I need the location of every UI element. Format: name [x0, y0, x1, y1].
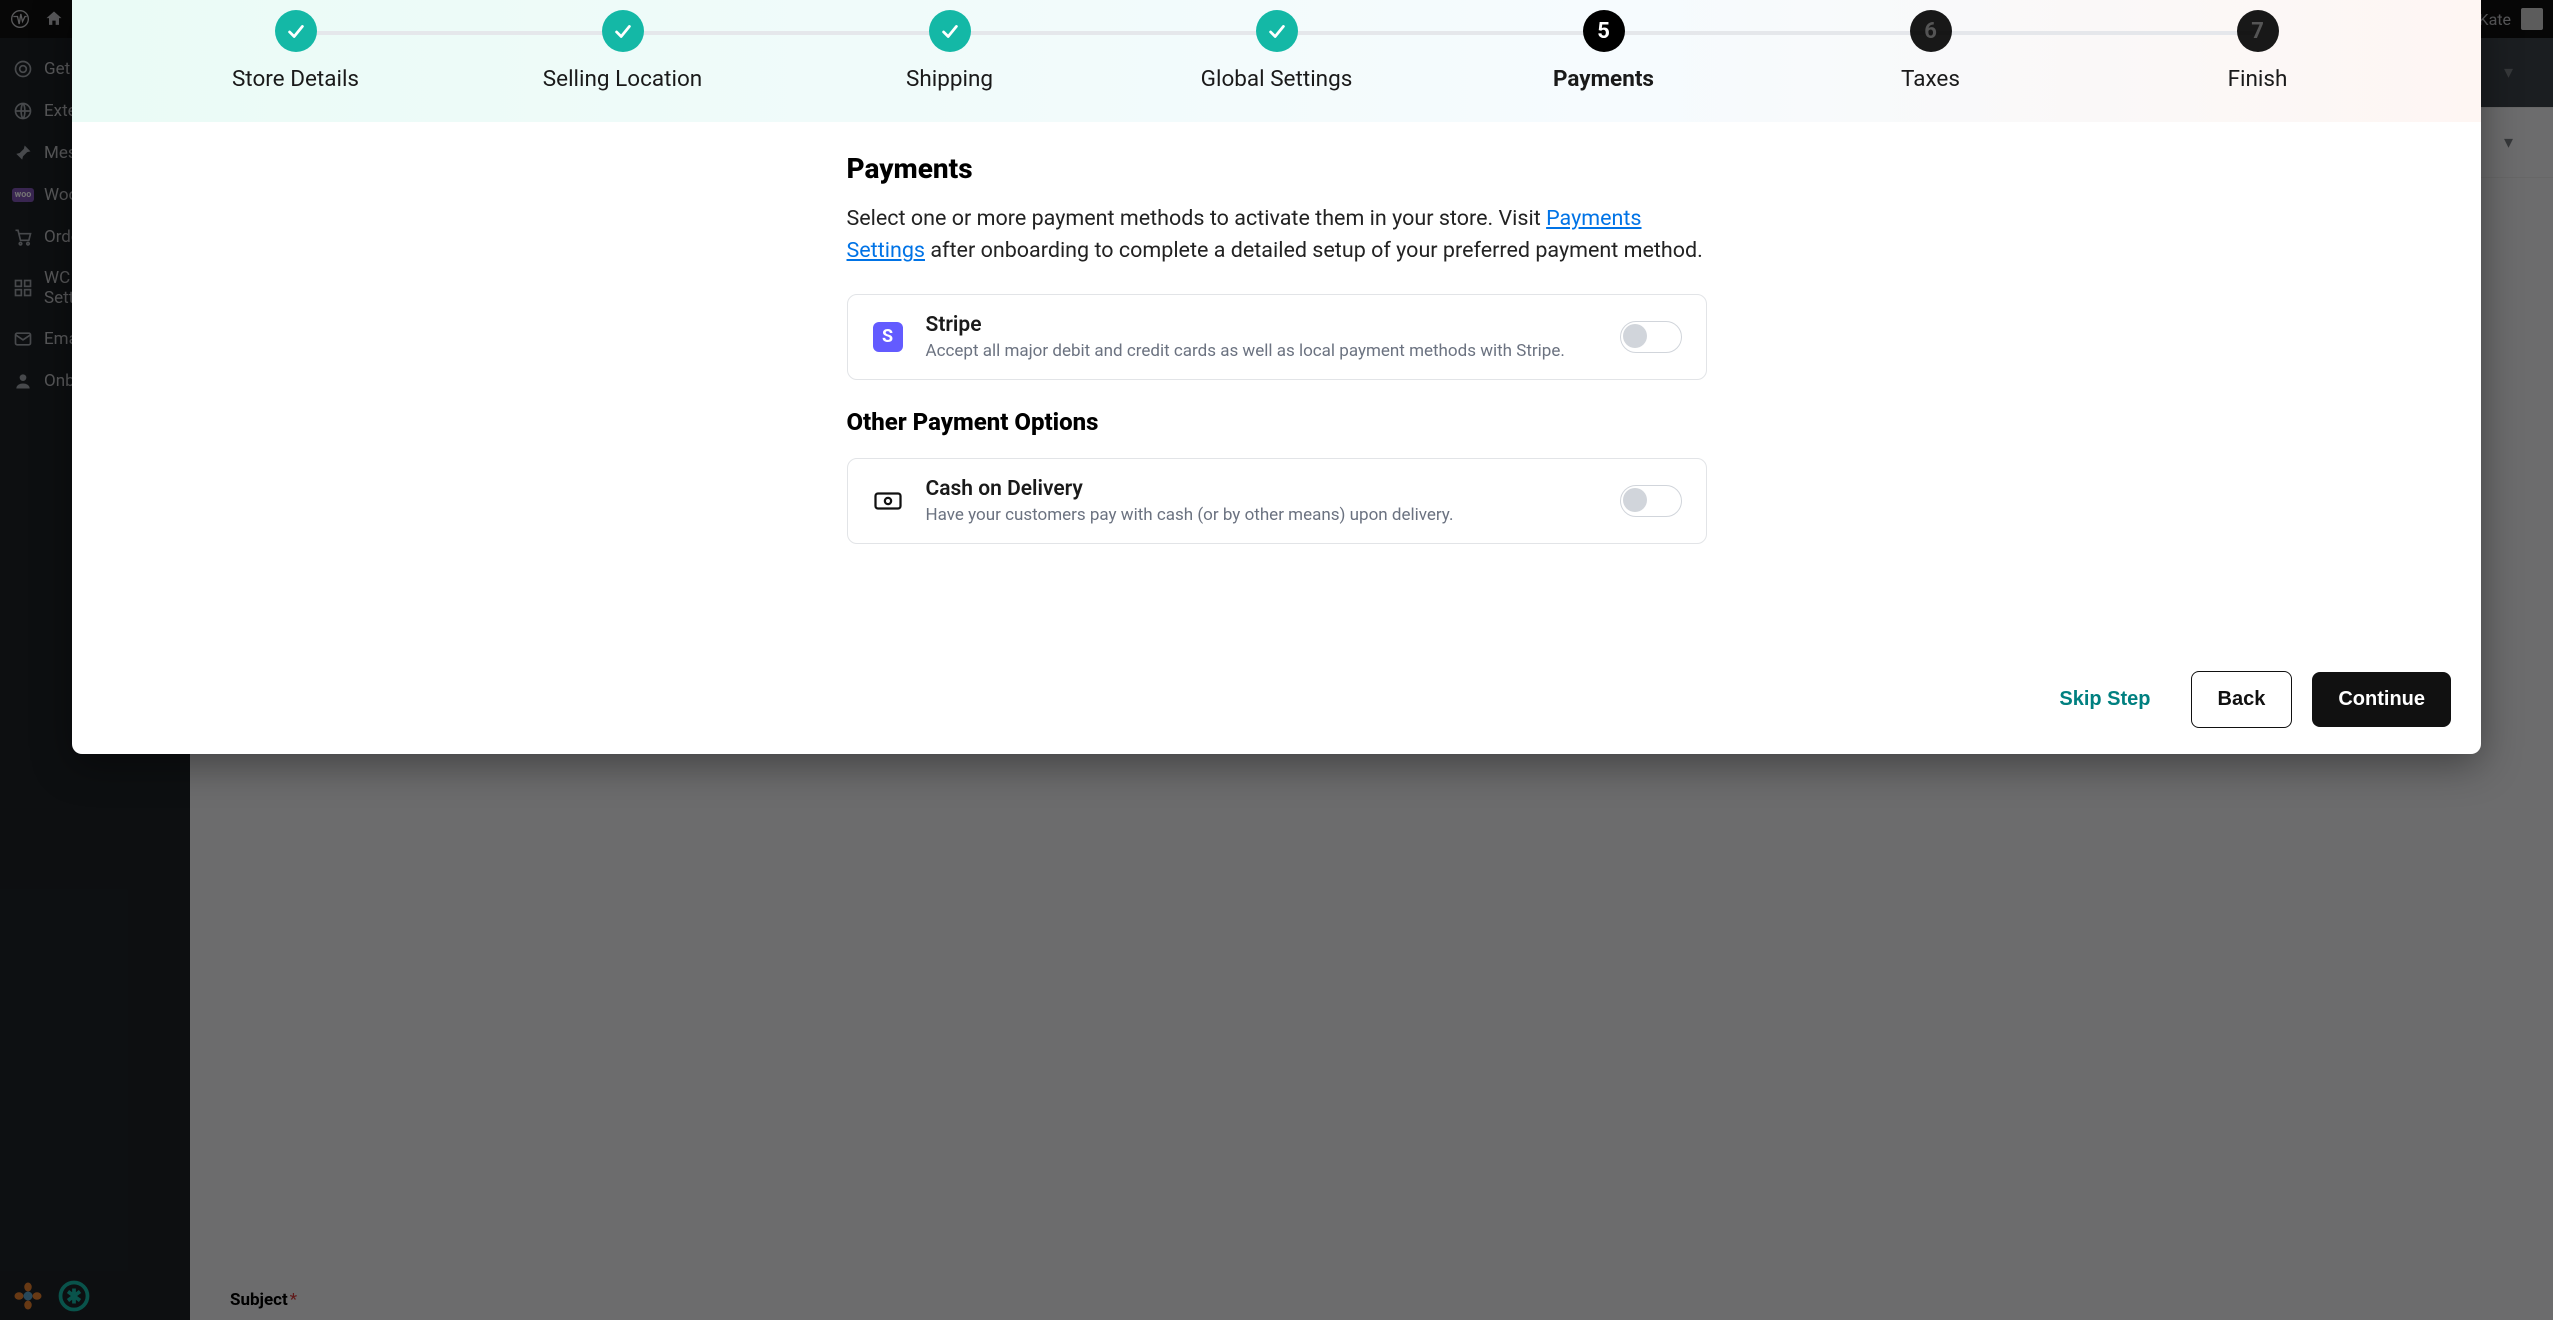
payment-method-cod: Cash on Delivery Have your customers pay…: [847, 458, 1707, 544]
stripe-icon: S: [872, 321, 904, 353]
cash-icon: [872, 485, 904, 517]
step-label: Finish: [2228, 66, 2288, 92]
cod-toggle[interactable]: [1620, 485, 1682, 517]
back-button[interactable]: Back: [2191, 671, 2293, 728]
step-taxes: 6 Taxes: [1767, 10, 2094, 92]
step-done-icon: [275, 10, 317, 52]
step-done-icon: [929, 10, 971, 52]
step-upcoming-badge: 7: [2237, 10, 2279, 52]
payment-method-desc: Have your customers pay with cash (or by…: [926, 505, 1598, 525]
page-lead: Select one or more payment methods to ac…: [847, 203, 1707, 268]
stripe-toggle[interactable]: [1620, 321, 1682, 353]
skip-step-button[interactable]: Skip Step: [2039, 672, 2170, 727]
step-done-icon: [1256, 10, 1298, 52]
step-label: Shipping: [906, 66, 993, 92]
lead-text-pre: Select one or more payment methods to ac…: [847, 206, 1547, 231]
step-payments[interactable]: 5 Payments: [1440, 10, 1767, 92]
payment-method-stripe: S Stripe Accept all major debit and cred…: [847, 294, 1707, 380]
onboarding-wizard-modal: Store Details Selling Location Shipping: [72, 0, 2481, 754]
wizard-stepper-header: Store Details Selling Location Shipping: [72, 0, 2481, 122]
payment-method-desc: Accept all major debit and credit cards …: [926, 341, 1598, 361]
step-selling-location[interactable]: Selling Location: [459, 10, 786, 92]
wizard-body: Payments Select one or more payment meth…: [72, 122, 2481, 651]
step-label: Payments: [1553, 66, 1654, 92]
page-title: Payments: [847, 152, 1707, 185]
step-current-badge: 5: [1583, 10, 1625, 52]
step-upcoming-badge: 6: [1910, 10, 1952, 52]
step-label: Store Details: [232, 66, 359, 92]
payment-method-title: Cash on Delivery: [926, 477, 1598, 501]
continue-button[interactable]: Continue: [2312, 672, 2451, 727]
stepper: Store Details Selling Location Shipping: [132, 10, 2421, 92]
step-label: Selling Location: [543, 66, 702, 92]
step-store-details[interactable]: Store Details: [132, 10, 459, 92]
lead-text-post: after onboarding to complete a detailed …: [925, 238, 1703, 263]
wizard-footer: Skip Step Back Continue: [72, 651, 2481, 754]
step-label: Global Settings: [1201, 66, 1353, 92]
step-done-icon: [602, 10, 644, 52]
other-options-heading: Other Payment Options: [847, 408, 1707, 436]
step-finish: 7 Finish: [2094, 10, 2421, 92]
step-label: Taxes: [1901, 66, 1960, 92]
step-shipping[interactable]: Shipping: [786, 10, 1113, 92]
payment-method-title: Stripe: [926, 313, 1598, 337]
step-global-settings[interactable]: Global Settings: [1113, 10, 1440, 92]
